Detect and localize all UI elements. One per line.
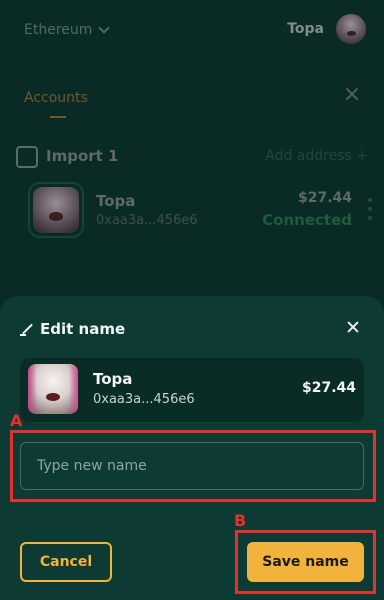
tab-underline bbox=[50, 116, 66, 118]
network-label: Ethereum bbox=[24, 22, 93, 38]
account-card: Topa 0xaa3a...456e6 $27.44 bbox=[20, 358, 364, 422]
sheet-title: Edit name bbox=[20, 320, 125, 338]
edit-icon bbox=[20, 322, 34, 336]
account-row-balance: $27.44 bbox=[297, 190, 352, 206]
account-card-name: Topa bbox=[93, 370, 133, 388]
annotation-marker-a: A bbox=[10, 411, 23, 430]
add-address-button[interactable]: Add address + bbox=[265, 148, 368, 164]
tab-accounts[interactable]: Accounts bbox=[24, 90, 88, 106]
new-name-input[interactable] bbox=[20, 442, 364, 490]
cancel-button[interactable]: Cancel bbox=[20, 542, 112, 582]
avatar bbox=[33, 187, 79, 233]
network-selector[interactable]: Ethereum bbox=[24, 22, 111, 38]
account-row-avatar bbox=[28, 182, 84, 238]
account-row-name: Topa bbox=[96, 192, 136, 210]
kebab-menu-icon[interactable] bbox=[368, 198, 372, 225]
account-card-address: 0xaa3a...456e6 bbox=[93, 392, 195, 407]
avatar bbox=[28, 364, 78, 414]
header-account-name: Topa bbox=[287, 21, 324, 37]
close-icon[interactable] bbox=[344, 86, 360, 102]
account-row-status: Connected bbox=[262, 211, 352, 229]
chevron-down-icon bbox=[98, 22, 111, 34]
header-account[interactable]: Topa bbox=[287, 14, 366, 44]
plus-icon: + bbox=[356, 148, 368, 164]
save-name-button[interactable]: Save name bbox=[247, 542, 364, 582]
close-icon[interactable] bbox=[346, 320, 360, 334]
sheet-title-label: Edit name bbox=[40, 320, 126, 338]
account-row-address: 0xaa3a...456e6 bbox=[96, 213, 198, 228]
account-card-balance: $27.44 bbox=[301, 380, 356, 396]
import-label: Import 1 bbox=[46, 147, 119, 165]
avatar bbox=[336, 14, 366, 44]
add-address-label: Add address bbox=[265, 148, 352, 164]
annotation-marker-b: B bbox=[234, 511, 247, 530]
import-icon bbox=[16, 146, 38, 168]
